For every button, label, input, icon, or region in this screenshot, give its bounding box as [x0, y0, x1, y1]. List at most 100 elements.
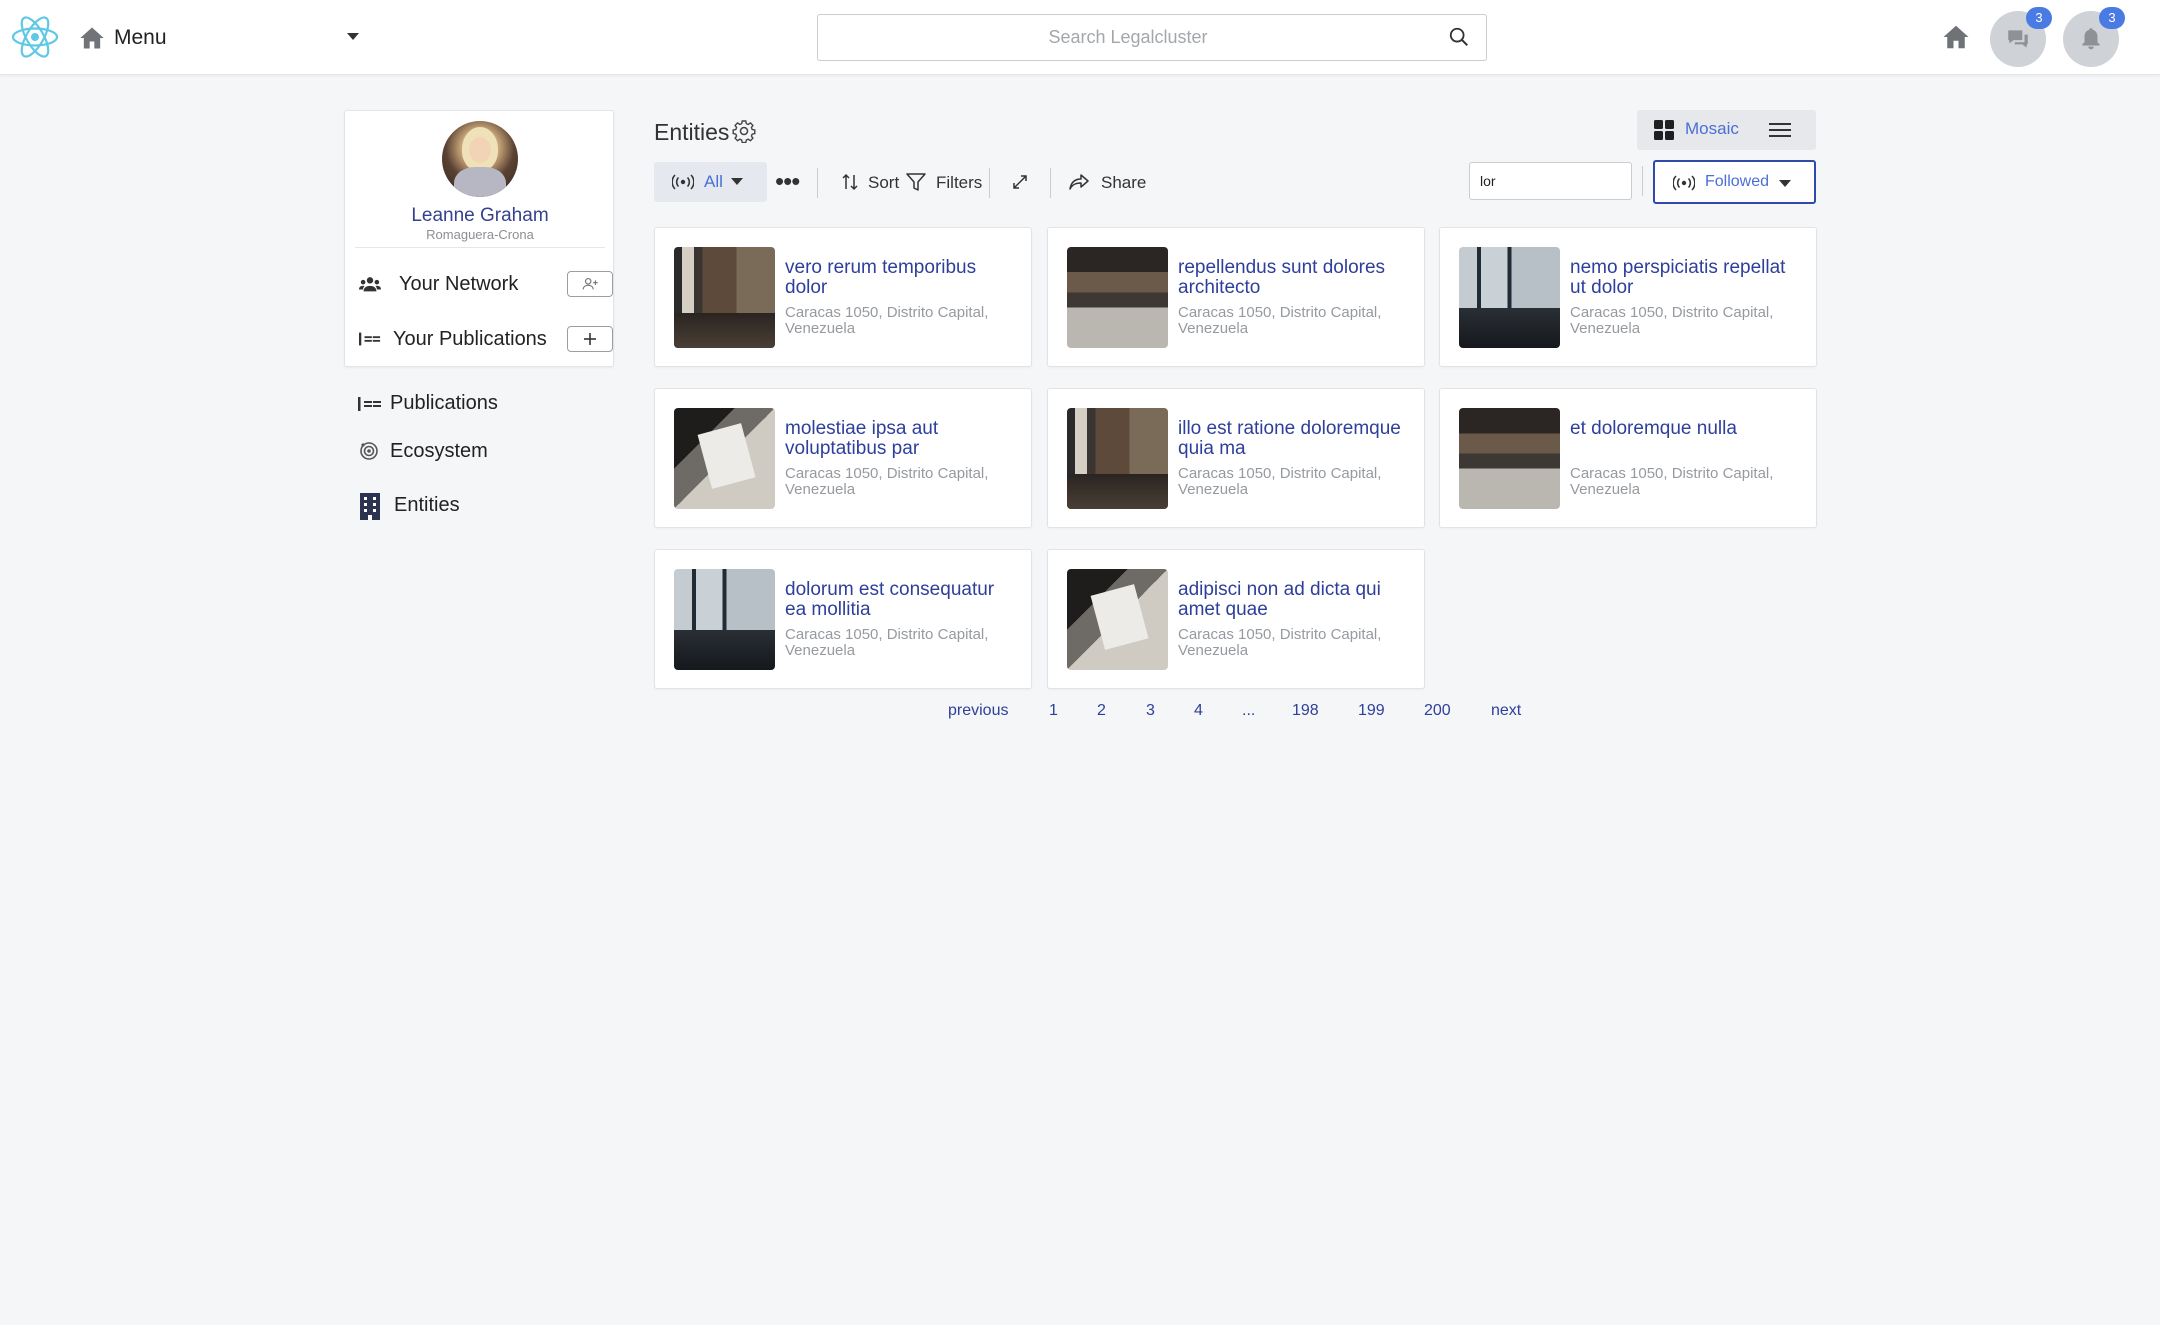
sort-label[interactable]: Sort — [868, 173, 899, 193]
entity-card[interactable]: illo est ratione doloremque quia ma Cara… — [1047, 388, 1425, 528]
building-icon — [360, 493, 380, 520]
pagination-page[interactable]: 2 — [1097, 702, 1106, 720]
entity-address: Caracas 1050, Distrito Capital, Venezuel… — [785, 304, 989, 337]
filters-label[interactable]: Filters — [936, 173, 982, 193]
ecosystem-icon — [360, 442, 378, 460]
entity-title[interactable]: illo est ratione doloremque quia ma — [1178, 419, 1408, 459]
home-icon[interactable] — [78, 24, 106, 52]
page-title: Entities — [654, 119, 730, 145]
plus-icon — [584, 333, 596, 345]
add-user-icon — [582, 278, 598, 290]
search-box[interactable] — [817, 14, 1487, 61]
entity-title[interactable]: et doloremque nulla — [1570, 419, 1800, 439]
entity-card[interactable]: repellendus sunt dolores architecto Cara… — [1047, 227, 1425, 367]
entity-thumbnail[interactable] — [1459, 408, 1560, 509]
entity-filter-input[interactable] — [1469, 162, 1632, 200]
pagination-page[interactable]: 4 — [1194, 702, 1203, 720]
chevron-down-icon — [731, 178, 743, 185]
pagination-page[interactable]: 1 — [1049, 702, 1058, 720]
sidebar-item-publications[interactable]: Publications — [358, 389, 608, 419]
react-logo-icon[interactable] — [10, 12, 60, 62]
entity-thumbnail[interactable] — [1459, 247, 1560, 348]
menu-caret-icon[interactable] — [347, 33, 359, 40]
scope-dropdown-label[interactable]: All — [704, 172, 723, 192]
divider — [817, 168, 818, 198]
pagination-previous[interactable]: previous — [948, 702, 1008, 720]
pagination-page[interactable]: 198 — [1292, 702, 1319, 720]
search-input[interactable] — [818, 15, 1438, 60]
entity-thumbnail[interactable] — [1067, 408, 1168, 509]
home-nav-icon[interactable] — [1941, 22, 1971, 52]
entity-card[interactable]: dolorum est consequatur ea mollitia Cara… — [654, 549, 1032, 689]
add-contact-button[interactable] — [567, 271, 613, 297]
sidebar-item-entities[interactable]: Entities — [358, 490, 608, 520]
entity-title[interactable]: molestiae ipsa aut voluptatibus par — [785, 419, 1015, 459]
entity-title[interactable]: vero rerum temporibus dolor — [785, 258, 1015, 298]
sidebar-item-entities-label[interactable]: Entities — [394, 494, 460, 517]
entity-address: Caracas 1050, Distrito Capital, Venezuel… — [1570, 304, 1774, 337]
avatar[interactable] — [442, 121, 518, 197]
pagination-ellipsis: ... — [1242, 702, 1256, 719]
notifications-button[interactable]: 3 — [2063, 7, 2125, 67]
your-publications-label[interactable]: Your Publications — [393, 328, 547, 351]
entity-address: Caracas 1050, Distrito Capital, Venezuel… — [1178, 465, 1382, 498]
filters-button[interactable]: Filters — [906, 170, 986, 196]
entity-thumbnail[interactable] — [1067, 569, 1168, 670]
pagination-next[interactable]: next — [1491, 702, 1521, 720]
your-network-row[interactable]: Your Network — [359, 269, 613, 299]
view-toggle: Mosaic — [1637, 110, 1816, 150]
mosaic-grid-icon[interactable] — [1654, 120, 1674, 140]
pagination-page[interactable]: 199 — [1358, 702, 1385, 720]
entity-card[interactable]: nemo perspiciatis repellat ut dolor Cara… — [1439, 227, 1817, 367]
entity-card[interactable]: adipisci non ad dicta qui amet quae Cara… — [1047, 549, 1425, 689]
followed-dropdown[interactable]: Followed — [1653, 160, 1816, 204]
list-view-icon[interactable] — [1769, 120, 1791, 140]
entity-title[interactable]: adipisci non ad dicta qui amet quae — [1178, 580, 1408, 620]
entity-address: Caracas 1050, Distrito Capital, Venezuel… — [1178, 626, 1382, 659]
pagination-page[interactable]: 200 — [1424, 702, 1451, 720]
your-network-label[interactable]: Your Network — [399, 273, 518, 296]
entity-card[interactable]: molestiae ipsa aut voluptatibus par Cara… — [654, 388, 1032, 528]
scope-dropdown-all[interactable]: All — [654, 162, 767, 202]
sort-button[interactable]: Sort — [840, 170, 900, 196]
sidebar-item-publications-label[interactable]: Publications — [390, 392, 498, 415]
followed-label[interactable]: Followed — [1705, 173, 1769, 191]
your-publications-row[interactable]: Your Publications — [359, 324, 613, 354]
expand-icon — [1013, 175, 1027, 189]
pagination-page[interactable]: 3 — [1146, 702, 1155, 720]
avatar-body — [454, 167, 506, 197]
profile-name[interactable]: Leanne Graham — [345, 205, 615, 227]
entity-card[interactable]: vero rerum temporibus dolor Caracas 1050… — [654, 227, 1032, 367]
expand-button[interactable] — [1010, 170, 1032, 196]
entity-address: Caracas 1050, Distrito Capital, Venezuel… — [785, 626, 989, 659]
entity-address: Caracas 1050, Distrito Capital, Venezuel… — [1178, 304, 1382, 337]
divider — [1050, 168, 1051, 198]
gear-icon[interactable] — [732, 119, 756, 143]
entity-thumbnail[interactable] — [1067, 247, 1168, 348]
entity-card[interactable]: et doloremque nulla Caracas 1050, Distri… — [1439, 388, 1817, 528]
bell-icon — [2082, 28, 2100, 50]
entity-title[interactable]: nemo perspiciatis repellat ut dolor — [1570, 258, 1800, 298]
messages-count-badge: 3 — [2026, 7, 2052, 29]
messages-button[interactable]: 3 — [1990, 7, 2052, 67]
entity-thumbnail[interactable] — [674, 408, 775, 509]
entity-title[interactable]: repellendus sunt dolores architecto — [1178, 258, 1408, 298]
broadcast-icon — [1673, 175, 1695, 191]
sidebar-item-ecosystem[interactable]: Ecosystem — [358, 437, 608, 467]
more-options-icon[interactable]: ••• — [775, 166, 800, 196]
entity-title[interactable]: dolorum est consequatur ea mollitia — [785, 580, 1015, 620]
chevron-down-icon — [1779, 180, 1791, 187]
share-label[interactable]: Share — [1101, 173, 1146, 193]
search-icon[interactable] — [1448, 26, 1470, 48]
entity-thumbnail[interactable] — [674, 569, 775, 670]
add-publication-button[interactable] — [567, 326, 613, 352]
profile-card: Leanne Graham Romaguera-Crona Your Netwo… — [344, 110, 614, 367]
divider — [989, 168, 990, 198]
sidebar-item-ecosystem-label[interactable]: Ecosystem — [390, 440, 488, 463]
menu-label[interactable]: Menu — [114, 26, 167, 50]
share-button[interactable]: Share — [1069, 170, 1149, 196]
list-bars-icon — [358, 397, 381, 411]
entity-thumbnail[interactable] — [674, 247, 775, 348]
profile-organization: Romaguera-Crona — [426, 227, 534, 242]
mosaic-view-button[interactable]: Mosaic — [1685, 119, 1739, 139]
